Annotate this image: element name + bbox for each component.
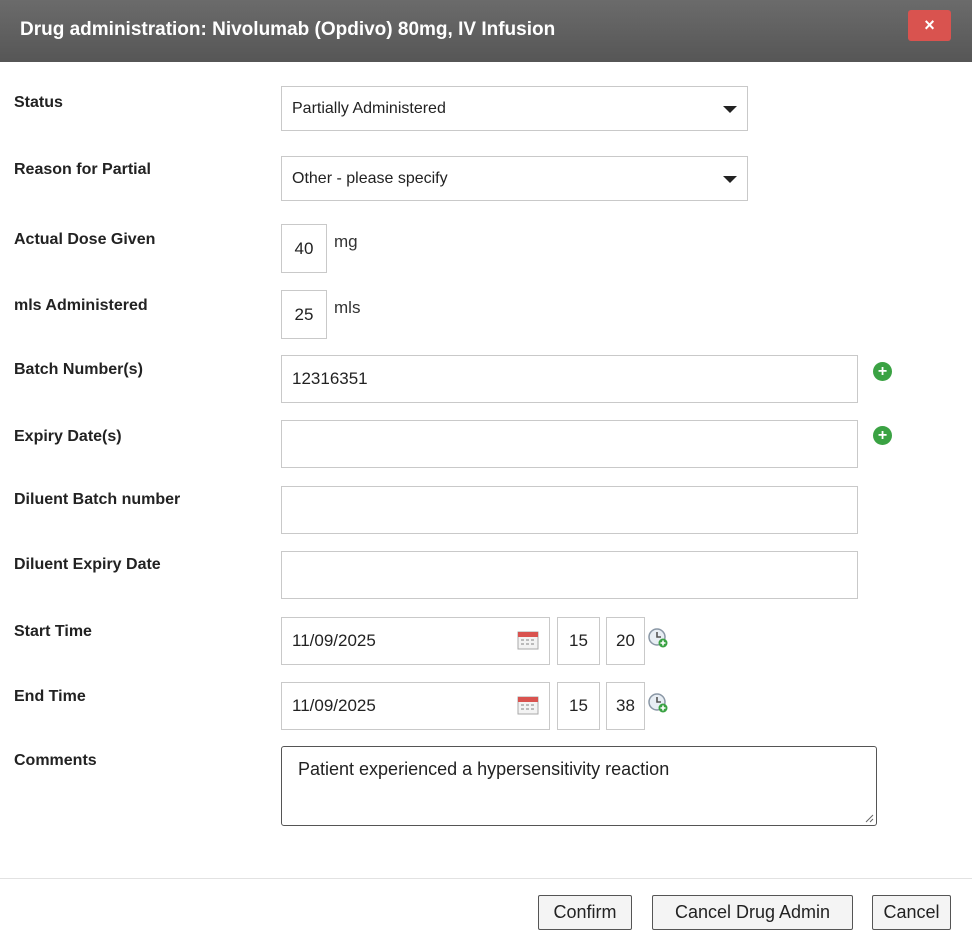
clock-icon[interactable] bbox=[648, 628, 668, 648]
dialog-title: Drug administration: Nivolumab (Opdivo) … bbox=[20, 19, 556, 40]
comments-textarea[interactable]: Patient experienced a hypersensitivity r… bbox=[281, 746, 877, 826]
expiry-input[interactable] bbox=[281, 420, 858, 468]
reason-value: Other - please specify bbox=[292, 169, 448, 187]
start-date-value: 11/09/2025 bbox=[292, 631, 376, 650]
expiry-label: Expiry Date(s) bbox=[14, 428, 122, 445]
start-date-input[interactable]: 11/09/2025 bbox=[281, 617, 550, 665]
end-date-value: 11/09/2025 bbox=[292, 696, 376, 715]
close-button[interactable]: × bbox=[908, 10, 951, 41]
batch-label: Batch Number(s) bbox=[14, 361, 143, 378]
dose-value: 40 bbox=[294, 238, 314, 258]
start-time-label: Start Time bbox=[14, 623, 92, 640]
start-hour-input[interactable]: 15 bbox=[557, 617, 600, 665]
diluent-batch-input[interactable] bbox=[281, 486, 858, 534]
mls-unit: mls bbox=[334, 298, 361, 317]
add-batch-icon[interactable]: + bbox=[873, 362, 892, 381]
start-minute-value: 20 bbox=[616, 631, 635, 650]
end-minute-value: 38 bbox=[616, 696, 635, 715]
batch-value: 12316351 bbox=[292, 369, 368, 388]
end-hour-input[interactable]: 15 bbox=[557, 682, 600, 730]
diluent-batch-label: Diluent Batch number bbox=[14, 491, 181, 508]
calendar-icon[interactable] bbox=[517, 630, 539, 650]
resize-handle-icon[interactable] bbox=[864, 813, 874, 823]
status-select[interactable]: Partially Administered bbox=[281, 86, 748, 131]
mls-label: mls Administered bbox=[14, 297, 148, 314]
chevron-down-icon bbox=[723, 175, 737, 183]
diluent-expiry-input[interactable] bbox=[281, 551, 858, 599]
comments-label: Comments bbox=[14, 752, 97, 769]
batch-input[interactable]: 12316351 bbox=[281, 355, 858, 403]
start-hour-value: 15 bbox=[569, 631, 588, 650]
end-minute-input[interactable]: 38 bbox=[606, 682, 645, 730]
dose-unit: mg bbox=[334, 232, 358, 251]
chevron-down-icon bbox=[723, 105, 737, 113]
calendar-icon[interactable] bbox=[517, 695, 539, 715]
status-value: Partially Administered bbox=[292, 99, 446, 117]
confirm-button[interactable]: Confirm bbox=[538, 895, 632, 930]
dose-input[interactable]: 40 bbox=[281, 224, 327, 273]
add-expiry-icon[interactable]: + bbox=[873, 426, 892, 445]
mls-input[interactable]: 25 bbox=[281, 290, 327, 339]
end-date-input[interactable]: 11/09/2025 bbox=[281, 682, 550, 730]
dose-label: Actual Dose Given bbox=[14, 231, 156, 248]
reason-label: Reason for Partial bbox=[14, 161, 151, 178]
start-minute-input[interactable]: 20 bbox=[606, 617, 645, 665]
clock-icon[interactable] bbox=[648, 693, 668, 713]
close-icon: × bbox=[924, 15, 935, 35]
status-label: Status bbox=[14, 94, 63, 111]
cancel-button[interactable]: Cancel bbox=[872, 895, 951, 930]
diluent-expiry-label: Diluent Expiry Date bbox=[14, 556, 161, 573]
drug-administration-dialog: Drug administration: Nivolumab (Opdivo) … bbox=[0, 0, 972, 949]
mls-value: 25 bbox=[294, 304, 314, 324]
cancel-drug-admin-button[interactable]: Cancel Drug Admin bbox=[652, 895, 853, 930]
dialog-titlebar: Drug administration: Nivolumab (Opdivo) … bbox=[0, 0, 972, 62]
end-hour-value: 15 bbox=[569, 696, 588, 715]
reason-select[interactable]: Other - please specify bbox=[281, 156, 748, 201]
end-time-label: End Time bbox=[14, 688, 86, 705]
comments-value: Patient experienced a hypersensitivity r… bbox=[298, 759, 670, 779]
